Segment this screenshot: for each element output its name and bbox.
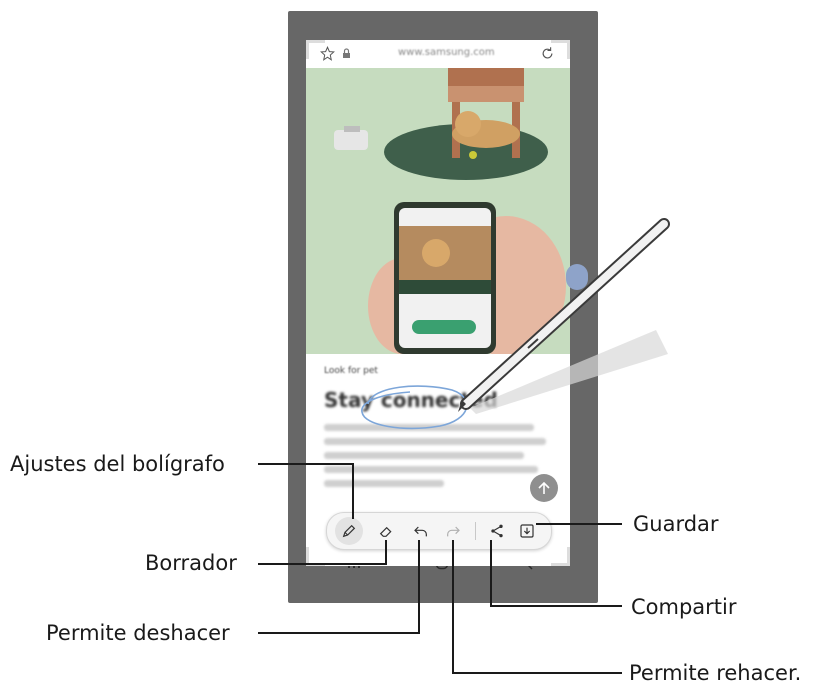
article-kicker: Look for pet (324, 366, 378, 376)
body-text-line (324, 480, 444, 487)
callout-eraser: Borrador (145, 551, 237, 575)
leader-line-undo (418, 540, 420, 634)
leader-line-share (490, 540, 492, 606)
hero-illustration (306, 68, 570, 354)
callout-share: Compartir (631, 595, 737, 619)
leader-line-pen-settings (352, 463, 354, 519)
leader-line-eraser (258, 563, 386, 565)
hero-image (306, 68, 570, 354)
redo-icon (447, 526, 460, 537)
undo-button[interactable] (407, 517, 435, 545)
lock-icon (342, 48, 351, 62)
callout-save: Guardar (633, 512, 719, 536)
leader-line-redo (452, 540, 454, 673)
article-heading: Stay connected (324, 388, 498, 412)
arrow-up-icon (538, 482, 550, 494)
url-text[interactable]: www.samsung.com (398, 47, 495, 58)
save-button[interactable] (513, 517, 541, 545)
callout-pen-settings: Ajustes del bolígrafo (10, 452, 225, 476)
callout-undo: Permite deshacer (46, 621, 230, 645)
leader-line-pen-settings (258, 463, 353, 465)
leader-line-undo (258, 632, 419, 634)
download-icon (520, 524, 534, 538)
body-text-line (324, 452, 524, 459)
crop-handle-top-left[interactable] (306, 40, 325, 59)
leader-line-eraser (385, 540, 387, 565)
leader-line-save (536, 523, 622, 525)
undo-icon (414, 526, 427, 537)
edge-panel-handle[interactable] (566, 264, 588, 290)
share-icon (491, 524, 503, 538)
pen-settings-button[interactable] (335, 517, 363, 545)
scroll-to-top-button[interactable] (530, 474, 558, 502)
crop-handle-top-right[interactable] (551, 40, 570, 59)
share-button[interactable] (483, 517, 511, 545)
pen-icon (342, 524, 356, 538)
toolbar-divider (475, 522, 476, 540)
body-text-line (324, 424, 534, 431)
leader-line-share (490, 605, 622, 607)
body-text-line (324, 466, 538, 473)
callout-redo: Permite rehacer. (629, 661, 802, 685)
eraser-icon (379, 526, 392, 537)
browser-url-bar: www.samsung.com (306, 40, 570, 68)
crop-handle-bottom-right[interactable] (551, 547, 570, 566)
body-text-line (324, 438, 546, 445)
drawing-toolbar (326, 512, 552, 550)
leader-line-redo (452, 672, 622, 674)
